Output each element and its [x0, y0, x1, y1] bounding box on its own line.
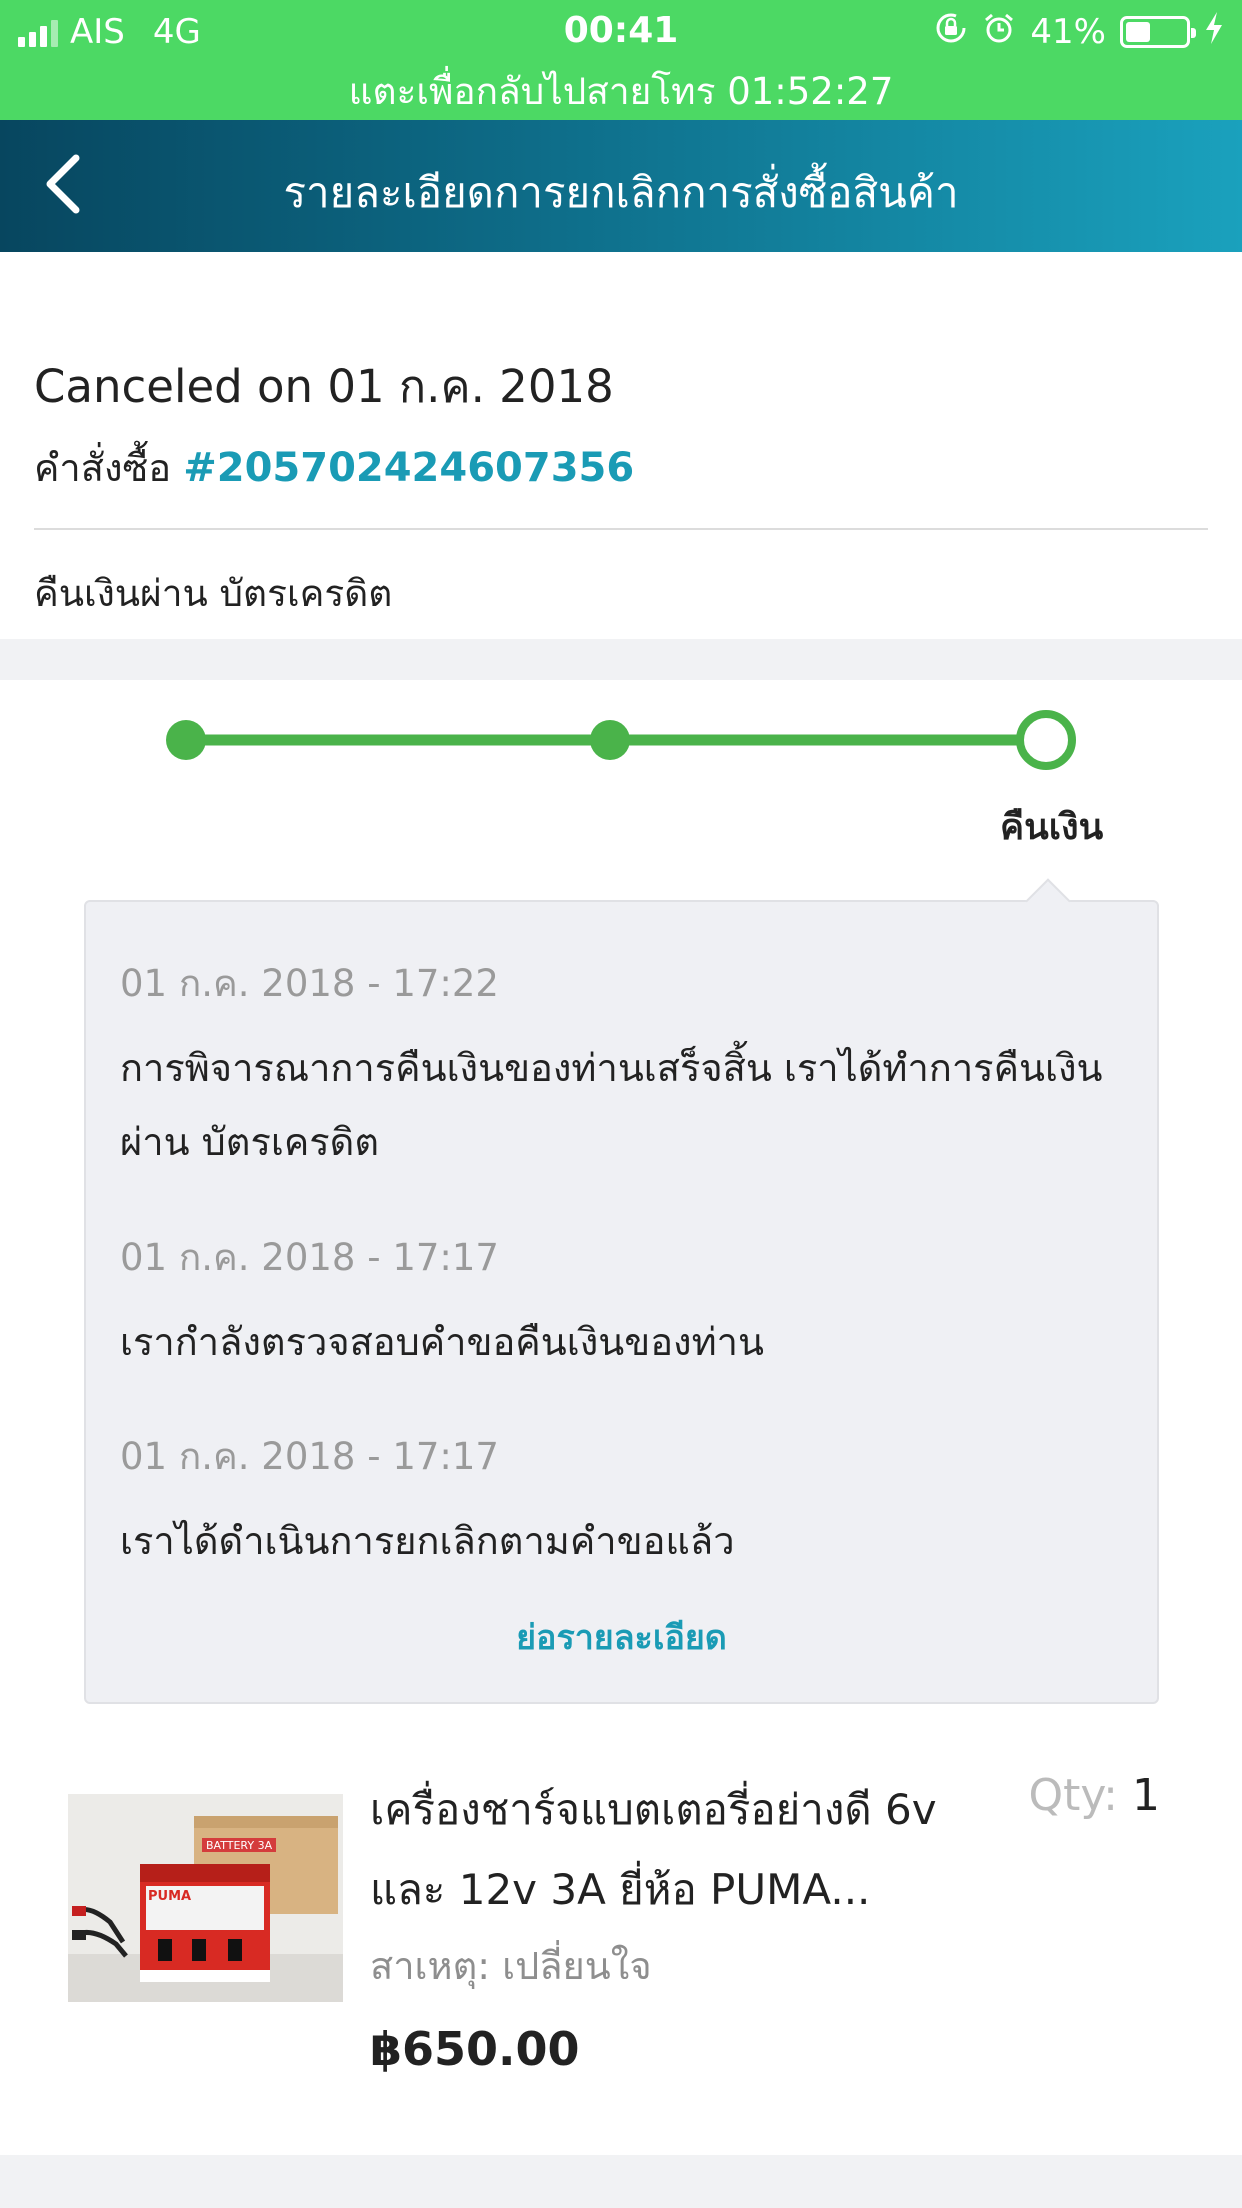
step-dot-2 — [590, 720, 630, 760]
qty-label: Qty: — [1028, 1770, 1118, 1821]
page-title: รายละเอียดการยกเลิกการสั่งซื้อสินค้า — [283, 168, 959, 217]
progress-bar — [166, 710, 1076, 770]
timeline-event: 01 ก.ค. 2018 - 17:17 เราได้ดำเนินการยกเล… — [120, 1427, 1127, 1578]
svg-text:BATTERY 3A: BATTERY 3A — [206, 1839, 273, 1852]
event-date: 01 ก.ค. 2018 - 17:17 — [120, 1236, 499, 1279]
step-dot-1 — [166, 720, 206, 760]
timeline-event: 01 ก.ค. 2018 - 17:17 เรากำลังตรวจสอบคำขอ… — [120, 1228, 1127, 1379]
product-qty: Qty: 1 — [1028, 1770, 1160, 1821]
timeline-event: 01 ก.ค. 2018 - 17:22 การพิจารณาการคืนเงิ… — [120, 954, 1127, 1179]
order-line: คำสั่งซื้อ #205702424607356 — [34, 437, 634, 498]
rotation-lock-icon — [934, 11, 968, 54]
charging-icon — [1204, 11, 1224, 54]
status-bar: AIS 4G 00:41 41% แตะเพื่อกลับไปสายโทร 01… — [0, 0, 1242, 120]
event-text: เราได้ดำเนินการยกเลิกตามคำขอแล้ว — [120, 1519, 735, 1563]
battery-fill — [1126, 22, 1150, 42]
canceled-date: Canceled on 01 ก.ค. 2018 — [34, 360, 614, 413]
product-image[interactable]: BATTERY 3A PUMA — [68, 1794, 343, 2002]
status-bar-right: 41% — [934, 11, 1224, 54]
battery-icon — [1120, 16, 1196, 48]
divider — [34, 528, 1208, 530]
event-text: การพิจารณาการคืนเงินของท่านเสร็จสิ้น เรา… — [120, 1046, 1103, 1164]
product-name[interactable]: เครื่องชาร์จแบตเตอรี่อย่างดี 6v และ 12v … — [370, 1770, 990, 1930]
return-to-call-banner[interactable]: แตะเพื่อกลับไปสายโทร 01:52:27 — [0, 62, 1242, 121]
progress-tracker: คืนเงิน — [0, 680, 1242, 900]
refund-progress-section: คืนเงิน 01 ก.ค. 2018 - 17:22 การพิจารณาก… — [0, 680, 1242, 2155]
event-date: 01 ก.ค. 2018 - 17:22 — [120, 962, 499, 1005]
timeline-details: 01 ก.ค. 2018 - 17:22 การพิจารณาการคืนเงิ… — [84, 878, 1159, 1704]
svg-text:PUMA: PUMA — [148, 1889, 191, 1904]
battery-percent: 41% — [1030, 12, 1106, 52]
collapse-details-link[interactable]: ย่อรายละเอียด — [86, 1610, 1157, 1664]
product-item[interactable]: BATTERY 3A PUMA เครื่องชาร์จแบตเตอรี่อย่… — [0, 1740, 1242, 2100]
refund-method: คืนเงินผ่าน บัตรเครดิต — [34, 572, 393, 615]
nav-header: รายละเอียดการยกเลิกการสั่งซื้อสินค้า — [0, 120, 1242, 252]
event-date: 01 ก.ค. 2018 - 17:17 — [120, 1435, 499, 1478]
event-text: เรากำลังตรวจสอบคำขอคืนเงินของท่าน — [120, 1320, 764, 1364]
order-number-link[interactable]: #205702424607356 — [183, 445, 634, 491]
alarm-icon — [982, 11, 1016, 54]
step-label-refund: คืนเงิน — [1000, 807, 1104, 848]
cancellation-summary: Canceled on 01 ก.ค. 2018 คำสั่งซื้อ #205… — [0, 252, 1242, 639]
step-dot-3-active — [1016, 710, 1076, 770]
order-label: คำสั่งซื้อ — [34, 446, 172, 490]
product-price: ฿650.00 — [370, 2022, 580, 2076]
qty-value: 1 — [1132, 1770, 1160, 1821]
cancel-reason: สาเหตุ: เปลี่ยนใจ — [370, 1944, 652, 1988]
